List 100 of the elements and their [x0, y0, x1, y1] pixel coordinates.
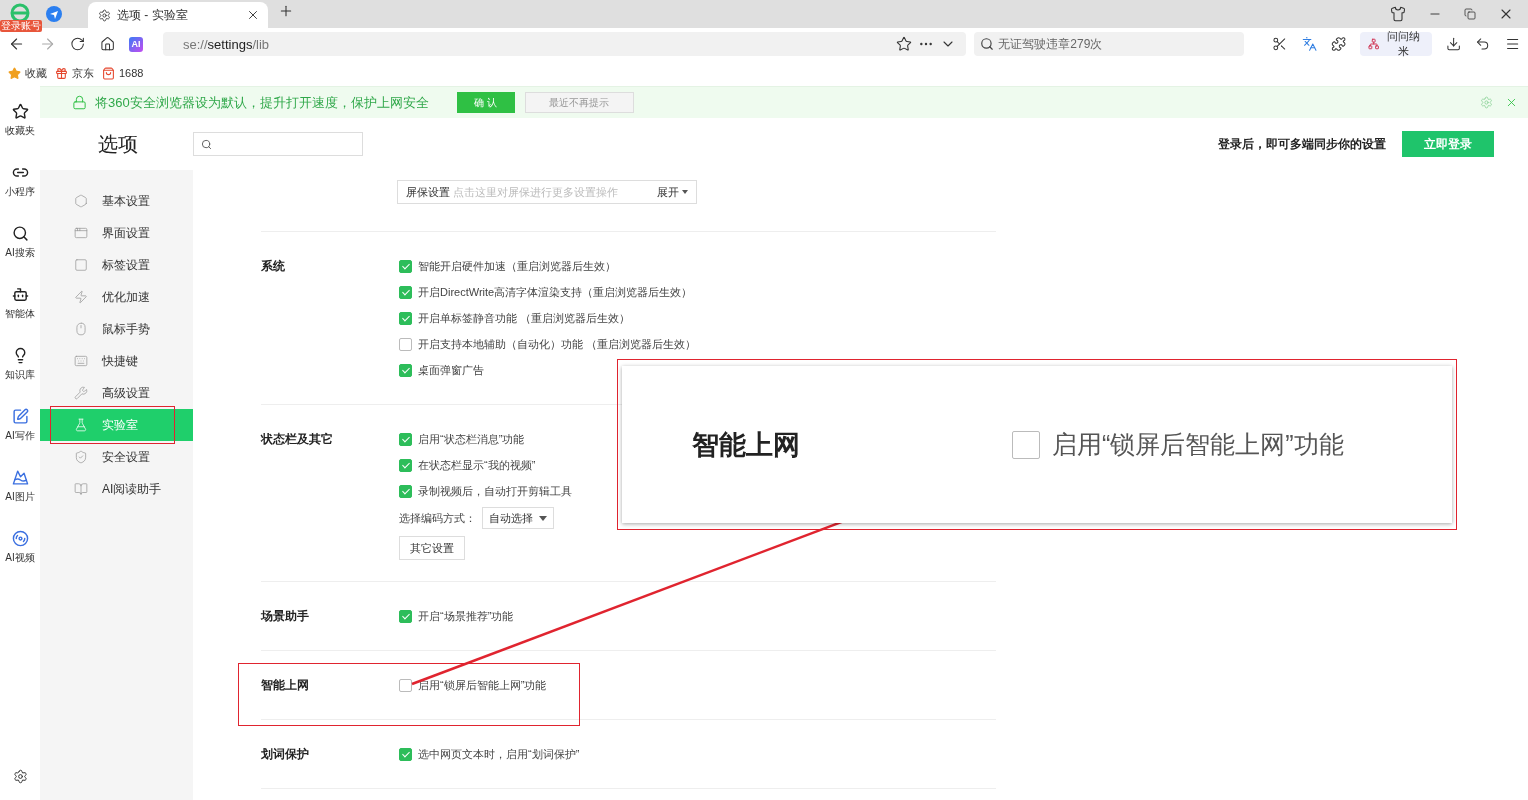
shirt-icon[interactable]	[1390, 6, 1406, 22]
section-title: 划词保护	[261, 746, 310, 763]
nav-item[interactable]: 鼠标手势	[40, 313, 193, 345]
section-title: 智能上网	[261, 677, 310, 694]
other-settings-button[interactable]: 其它设置	[399, 536, 465, 560]
page-title: 选项	[98, 131, 139, 157]
checkbox[interactable]	[399, 337, 412, 351]
checkbox[interactable]	[399, 363, 412, 377]
send-icon[interactable]	[46, 6, 62, 22]
bookmark-item[interactable]: 京东	[55, 65, 94, 81]
ai-logo[interactable]: AI	[128, 36, 144, 52]
option-label: 开启“场景推荐”功能	[418, 608, 514, 624]
option-label: 在状态栏显示“我的视频”	[418, 457, 536, 473]
mouse-icon	[74, 322, 88, 336]
rail-item[interactable]: AI视频	[0, 521, 40, 582]
section-title: 状态栏及其它	[261, 431, 334, 448]
nav-item[interactable]: 高级设置	[40, 377, 193, 409]
browser-logo-icon[interactable]	[9, 3, 31, 23]
checkbox[interactable]	[399, 458, 412, 472]
rail-item[interactable]: 智能体	[0, 277, 40, 338]
translate-icon[interactable]	[1301, 36, 1317, 52]
network-icon	[1368, 38, 1380, 50]
nav-item[interactable]: 快捷键	[40, 345, 193, 377]
checkbox[interactable]	[399, 609, 412, 623]
option-label: 选中网页文本时，启用“划词保护”	[418, 746, 580, 762]
scissors-icon[interactable]	[1272, 36, 1288, 52]
rail-item[interactable]: 收藏夹	[0, 94, 40, 155]
nav-item[interactable]: 优化加速	[40, 281, 193, 313]
robot-icon	[11, 286, 29, 303]
new-tab-icon[interactable]	[278, 3, 294, 19]
wrench-icon	[74, 386, 88, 400]
search-icon	[980, 37, 995, 51]
gift-icon	[55, 66, 68, 80]
close-icon[interactable]	[246, 8, 260, 22]
checkbox[interactable]	[1012, 430, 1040, 459]
section-title: 场景助手	[261, 608, 310, 625]
rail-item[interactable]: AI图片	[0, 460, 40, 521]
encoding-select[interactable]: 自动选择	[482, 507, 554, 529]
hexagon-icon	[74, 194, 88, 208]
bag-icon	[102, 66, 115, 80]
caret-icon	[539, 515, 547, 521]
section-title: 系统	[261, 258, 286, 275]
option-label: 开启单标签静音功能 （重启浏览器后生效）	[418, 310, 631, 326]
disc-icon	[11, 530, 29, 547]
rail-item[interactable]: AI搜索	[0, 216, 40, 277]
checkbox[interactable]	[399, 259, 412, 273]
checkbox[interactable]	[399, 484, 412, 498]
option-label: 智能开启硬件加速（重启浏览器后生效）	[418, 258, 616, 274]
shield-icon	[74, 450, 88, 464]
flask-icon	[74, 418, 88, 432]
profile-button[interactable]: 问问纳米	[1360, 32, 1433, 56]
extensions-icon[interactable]	[1330, 36, 1347, 52]
login-badge[interactable]: 登录账号	[0, 20, 42, 32]
nav-item[interactable]: 安全设置	[40, 441, 193, 473]
download-icon[interactable]	[1446, 36, 1462, 52]
square-icon	[74, 258, 88, 272]
option-label: 选择编码方式：	[399, 510, 476, 526]
rail-item[interactable]: 小程序	[0, 155, 40, 216]
option-label: 开启DirectWrite高清字体渲染支持（重启浏览器后生效）	[418, 284, 693, 300]
bookmark-item[interactable]: 收藏	[8, 65, 47, 81]
checkbox[interactable]	[399, 678, 412, 692]
rail-item[interactable]: 知识库	[0, 338, 40, 399]
option-label: 桌面弹窗广告	[418, 362, 484, 378]
nav-item[interactable]: 基本设置	[40, 185, 193, 217]
nav-item[interactable]: 标签设置	[40, 249, 193, 281]
search-icon	[201, 139, 212, 150]
screensaver-dropdown[interactable]: 屏保设置 点击这里对屏保进行更多设置操作 展开	[397, 180, 697, 204]
settings-search-field[interactable]	[193, 132, 363, 156]
lightning-icon	[74, 290, 88, 304]
checkbox[interactable]	[399, 285, 412, 299]
callout-label: 启用“锁屏后智能上网”功能	[1052, 429, 1344, 460]
option-label: 启用“状态栏消息”功能	[418, 431, 525, 447]
address-field[interactable]: se://settings/lib	[163, 32, 967, 56]
undo-icon[interactable]	[1475, 36, 1491, 52]
nav-item[interactable]: 界面设置	[40, 217, 193, 249]
menu-icon[interactable]	[1504, 36, 1520, 52]
restore-icon[interactable]	[1464, 8, 1476, 20]
settings-icon	[98, 8, 111, 22]
caret-icon	[682, 190, 688, 194]
reload-icon[interactable]	[70, 36, 86, 52]
option-label: 录制视频后，自动打开剪辑工具	[418, 483, 572, 499]
bookmark-item[interactable]: 1688	[102, 66, 144, 80]
browser-tab[interactable]: 选项 - 实验室	[88, 2, 268, 28]
pen-icon	[11, 408, 29, 425]
rail-item[interactable]: AI写作	[0, 399, 40, 460]
mountain-icon	[11, 469, 29, 486]
star-icon	[8, 66, 21, 80]
checkbox[interactable]	[399, 311, 412, 325]
bookmark-star-icon[interactable]	[896, 36, 913, 52]
search-icon	[11, 225, 29, 242]
search-field[interactable]: 无证驾驶违章279次	[974, 32, 1245, 56]
lock-icon	[72, 95, 87, 110]
banner-message: 将360安全浏览器设为默认，提升打开速度，保护上网安全	[95, 93, 429, 112]
home-icon[interactable]	[99, 36, 115, 52]
checkbox[interactable]	[399, 432, 412, 446]
star-icon	[11, 103, 29, 120]
settings-icon[interactable]	[12, 769, 28, 784]
checkbox[interactable]	[399, 747, 412, 761]
nav-item[interactable]: AI阅读助手	[40, 473, 193, 505]
book-icon	[74, 482, 88, 496]
